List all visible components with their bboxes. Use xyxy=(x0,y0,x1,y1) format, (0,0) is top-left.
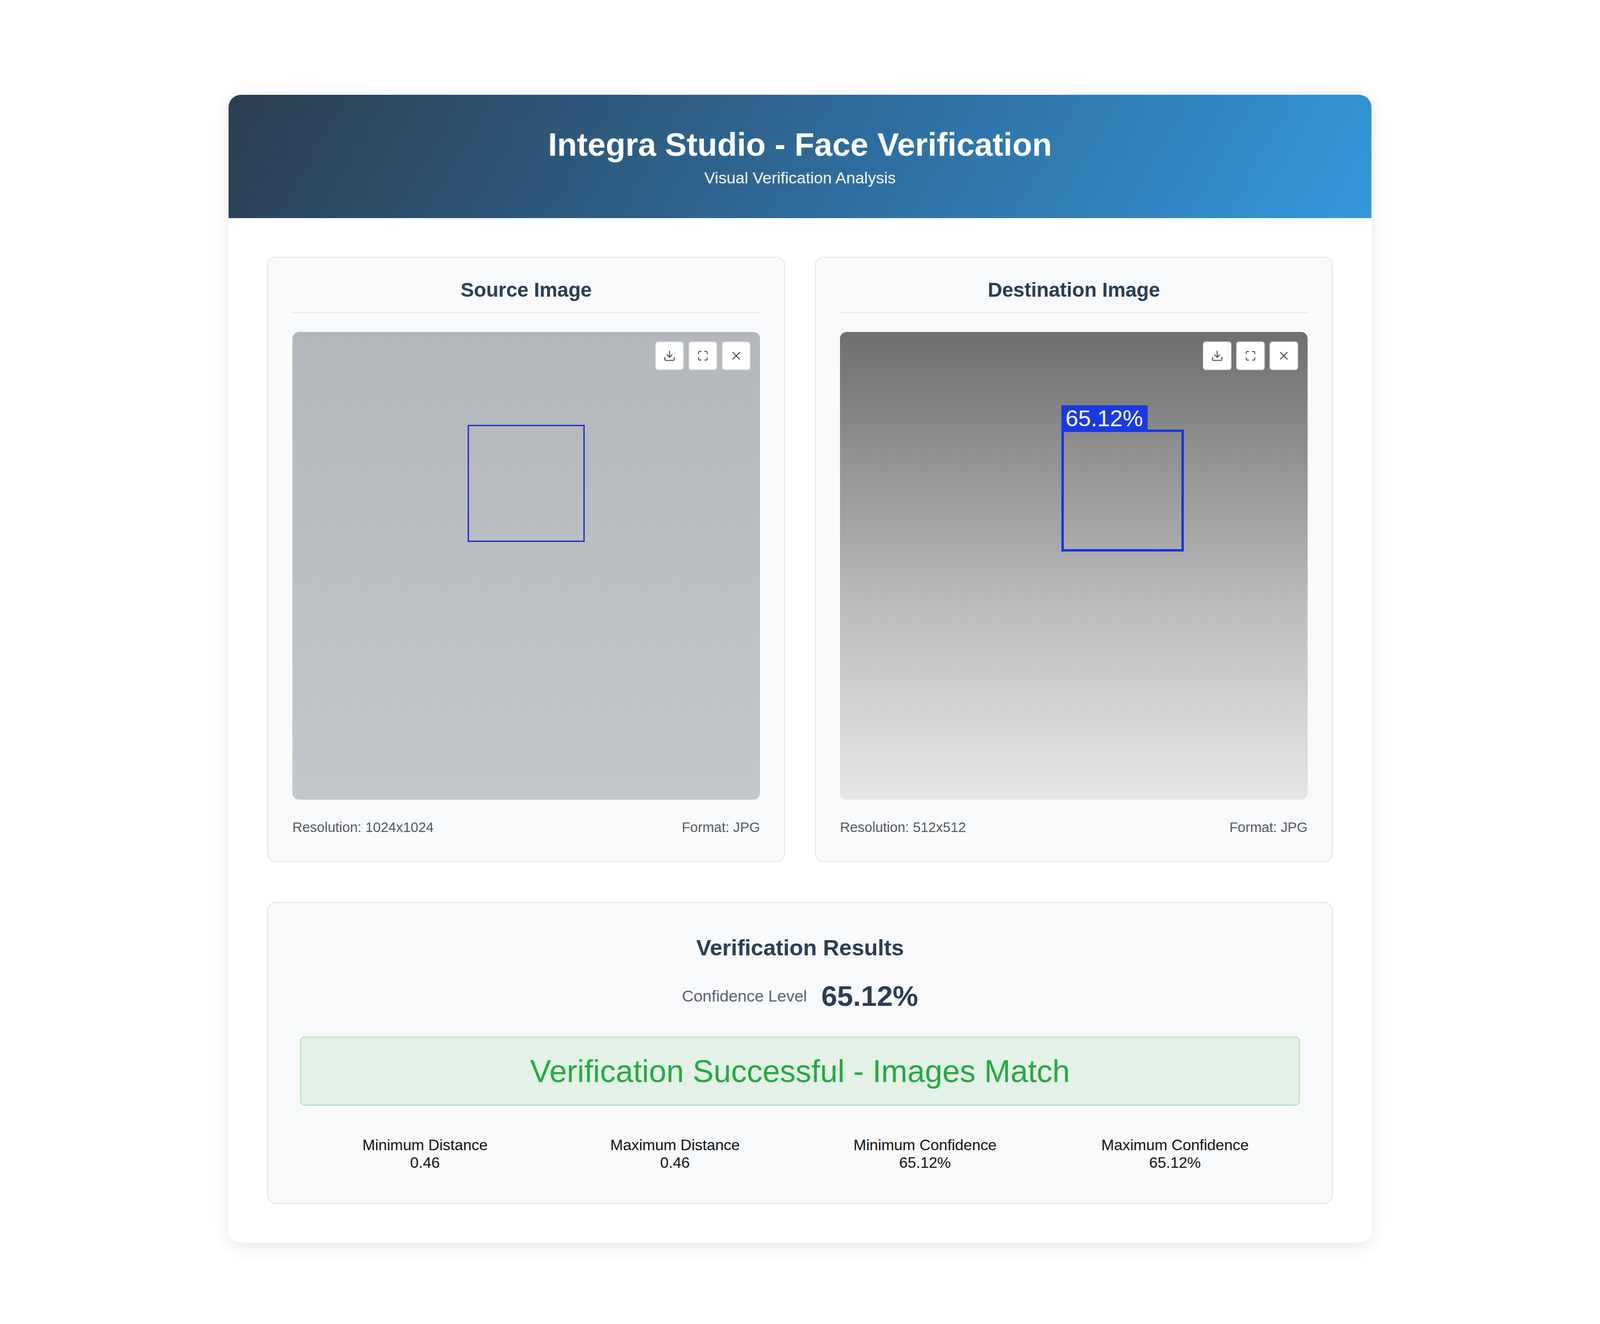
image-row: Source Image Resolution: 1024x1024 Format:… xyxy=(267,256,1333,862)
image-panel: Destination Image 65.12% Resolution: 512x5… xyxy=(814,256,1333,862)
confidence-row: Confidence Level 65.12% xyxy=(681,979,919,1013)
format-text: Format: JPG xyxy=(681,819,760,836)
face-box xyxy=(467,424,585,542)
resolution-text: Resolution: 1024x1024 xyxy=(292,819,434,836)
download-button[interactable] xyxy=(1202,341,1232,370)
image-meta: Resolution: 1024x1024 Format: JPG xyxy=(292,819,760,836)
download-button[interactable] xyxy=(655,341,684,370)
fullscreen-button[interactable] xyxy=(1236,341,1265,370)
stat-item: Maximum Confidence65.12% xyxy=(1050,1136,1300,1172)
fullscreen-icon xyxy=(1244,350,1257,362)
results-title: Verification Results xyxy=(696,934,904,961)
face-confidence-badge: 65.12% xyxy=(1061,405,1148,432)
stat-label: Maximum Confidence xyxy=(1101,1136,1249,1154)
stat-label: Maximum Distance xyxy=(610,1136,740,1154)
stat-item: Minimum Confidence65.12% xyxy=(800,1136,1050,1172)
close-icon xyxy=(729,349,743,363)
photo xyxy=(292,331,760,800)
fullscreen-button[interactable] xyxy=(688,341,718,370)
app-title: Integra Studio - Face Verification xyxy=(548,125,1052,163)
stat-value: 0.46 xyxy=(660,1153,690,1172)
content: Source Image Resolution: 1024x1024 Format:… xyxy=(228,218,1372,1243)
format-text: Format: JPG xyxy=(1229,819,1308,836)
stat-label: Minimum Confidence xyxy=(853,1136,997,1154)
stats-grid: Minimum Distance0.46Maximum Distance0.46… xyxy=(300,1136,1300,1172)
face-box: 65.12% xyxy=(1061,429,1184,551)
stat-value: 0.46 xyxy=(410,1153,440,1172)
verification-card: Integra Studio - Face Verification Visual… xyxy=(228,94,1372,1243)
app-subtitle: Visual Verification Analysis xyxy=(704,168,896,188)
stat-value: 65.12% xyxy=(899,1153,951,1172)
image-meta: Resolution: 512x512 Format: JPG xyxy=(840,819,1308,836)
page: Integra Studio - Face Verification Visual… xyxy=(0,0,1600,1300)
panel-title: Destination Image xyxy=(840,278,1308,313)
fullscreen-icon xyxy=(697,350,709,362)
image-toolbar xyxy=(1202,341,1299,370)
results-panel: Verification Results Confidence Level 65.1… xyxy=(267,901,1333,1204)
stat-value: 65.12% xyxy=(1149,1153,1201,1172)
status-banner: Verification Successful - Images Match xyxy=(300,1036,1300,1106)
download-icon xyxy=(663,349,676,362)
image-toolbar xyxy=(655,341,751,370)
stat-item: Minimum Distance0.46 xyxy=(300,1136,550,1172)
panel-title: Source Image xyxy=(292,278,760,313)
confidence-value: 65.12% xyxy=(821,979,919,1013)
stat-item: Maximum Distance0.46 xyxy=(550,1136,800,1172)
stat-label: Minimum Distance xyxy=(362,1136,488,1154)
close-icon xyxy=(1277,349,1291,363)
photo: 65.12% xyxy=(840,331,1308,800)
resolution-text: Resolution: 512x512 xyxy=(840,819,966,836)
header: Integra Studio - Face Verification Visual… xyxy=(228,94,1372,219)
close-button[interactable] xyxy=(721,341,751,370)
confidence-label: Confidence Level xyxy=(681,986,808,1006)
close-button[interactable] xyxy=(1269,341,1299,370)
download-icon xyxy=(1210,349,1224,362)
image-panel: Source Image Resolution: 1024x1024 Format:… xyxy=(267,256,786,862)
